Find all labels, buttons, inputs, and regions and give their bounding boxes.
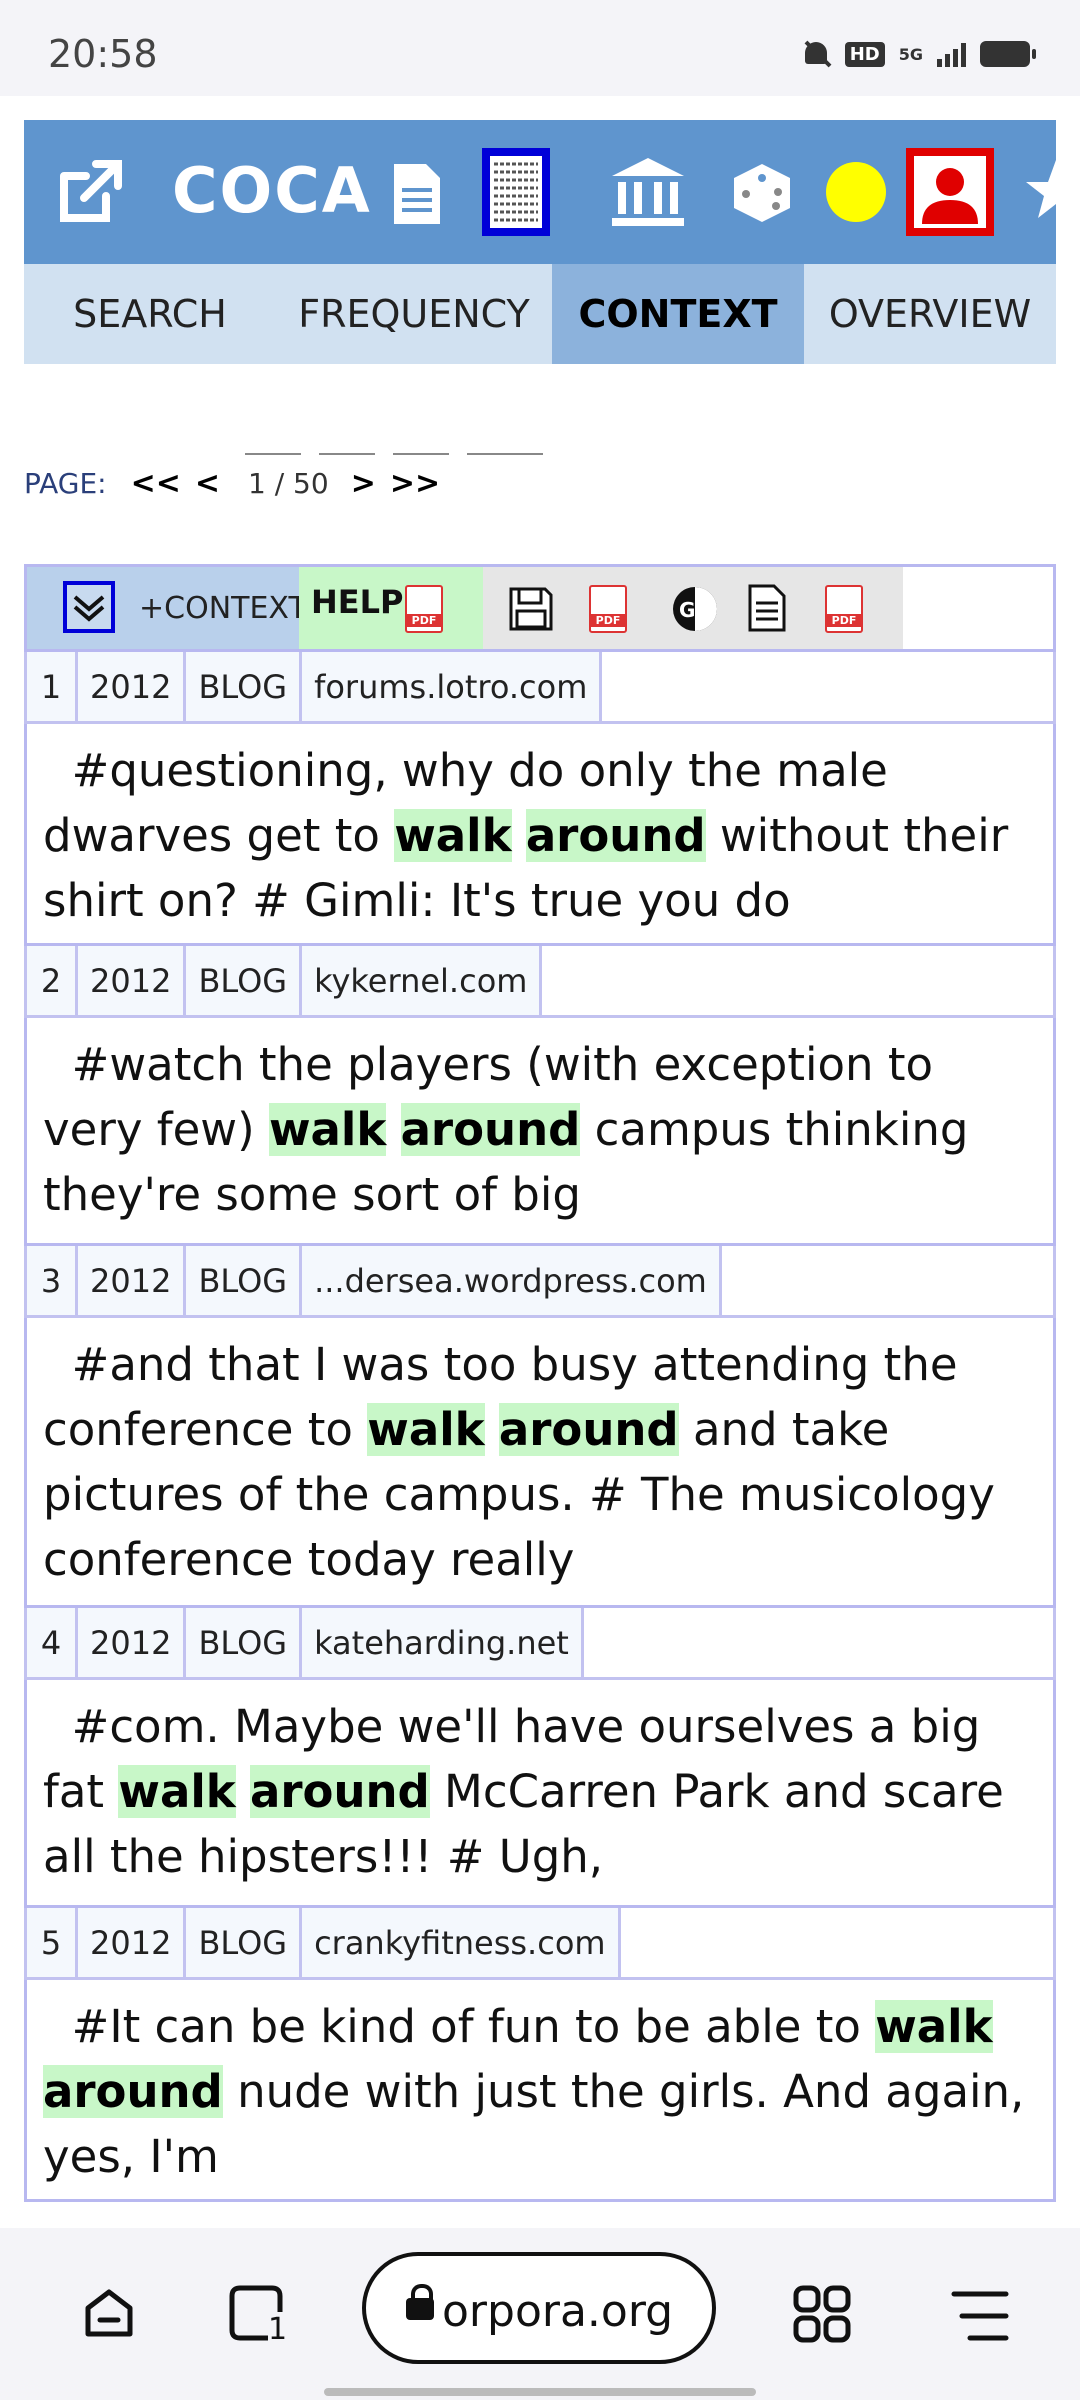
document-pdf-icon[interactable]: PDF <box>825 585 863 633</box>
result-year[interactable]: 2012 <box>78 1608 187 1677</box>
keyword-walk[interactable]: walk <box>118 1765 236 1818</box>
svg-text:G: G <box>679 598 695 622</box>
result-year[interactable]: 2012 <box>78 652 187 721</box>
dice-icon[interactable] <box>730 160 794 224</box>
status-time: 20:58 <box>48 32 158 76</box>
result-meta: 2 2012 BLOG kykernel.com <box>24 946 1056 1018</box>
result-text[interactable]: #com. Maybe we'll have ourselves a big f… <box>24 1680 1056 1908</box>
result-text[interactable]: #questioning, why do only the male dwarv… <box>24 724 1056 946</box>
context-toggle-area: +CONTEXT <box>27 567 307 649</box>
mute-icon <box>801 38 831 70</box>
result-number: 5 <box>27 1908 78 1977</box>
result-number: 4 <box>27 1608 78 1677</box>
result-meta: 3 2012 BLOG ...dersea.wordpress.com <box>24 1246 1056 1318</box>
document-icon[interactable] <box>388 160 446 228</box>
status-icons: HD 5G <box>801 38 1036 70</box>
main-tabs: SEARCH FREQUENCY CONTEXT OVERVIEW <box>24 264 1056 364</box>
user-profile-icon[interactable] <box>904 146 996 238</box>
results-toolbar: +CONTEXT HELP PDF PDF G PDF <box>24 564 1056 652</box>
help-button[interactable]: HELP <box>311 583 403 621</box>
result-genre[interactable]: BLOG <box>186 1908 303 1977</box>
battery-icon <box>980 41 1036 67</box>
first-page-button[interactable]: << <box>131 466 181 501</box>
tab-overview[interactable]: OVERVIEW <box>804 264 1056 364</box>
tab-count: 1 <box>268 2312 288 2347</box>
chevron-down-icon <box>73 595 105 622</box>
apps-grid-icon[interactable] <box>792 2284 852 2344</box>
keyword-around[interactable]: around <box>525 809 706 862</box>
url-bar[interactable]: orpora.org <box>362 2252 716 2364</box>
yellow-circle-icon[interactable] <box>824 160 888 224</box>
app-title: COCA <box>172 154 372 227</box>
result-genre[interactable]: BLOG <box>186 1246 303 1315</box>
menu-icon[interactable] <box>950 2288 1010 2344</box>
export-tools: PDF G PDF <box>483 567 903 649</box>
help-pdf-icon[interactable]: PDF <box>405 585 443 633</box>
keyword-around[interactable]: around <box>498 1403 679 1456</box>
network-label: 5G <box>898 44 923 64</box>
home-icon[interactable] <box>82 2286 136 2340</box>
tab-frequency[interactable]: FREQUENCY <box>276 264 552 364</box>
home-indicator[interactable] <box>324 2388 756 2396</box>
result-year[interactable]: 2012 <box>78 1246 187 1315</box>
save-pdf-icon[interactable]: PDF <box>589 585 627 633</box>
result-text[interactable]: #and that I was too busy attending the c… <box>24 1318 1056 1608</box>
lock-icon <box>406 2284 434 2320</box>
tab-context[interactable]: CONTEXT <box>552 264 804 364</box>
result-meta: 5 2012 BLOG crankyfitness.com <box>24 1908 1056 1980</box>
prev-page-button[interactable]: < <box>195 466 220 501</box>
last-page-button[interactable]: >> <box>390 466 440 501</box>
keyword-around[interactable]: around <box>43 2065 223 2118</box>
keyword-around[interactable]: around <box>400 1103 581 1156</box>
library-icon[interactable] <box>608 154 688 230</box>
result-genre[interactable]: BLOG <box>186 946 303 1015</box>
result-source[interactable]: kykernel.com <box>302 946 543 1015</box>
result-number: 1 <box>27 652 78 721</box>
text-document-icon[interactable] <box>747 583 787 633</box>
result-genre[interactable]: BLOG <box>186 1608 303 1677</box>
decorative-underlines <box>245 453 543 455</box>
app-header: COCA <box>24 120 1056 264</box>
tab-search[interactable]: SEARCH <box>24 264 276 364</box>
result-meta: 1 2012 BLOG forums.lotro.com <box>24 652 1056 724</box>
result-meta: 4 2012 BLOG kateharding.net <box>24 1608 1056 1680</box>
result-genre[interactable]: BLOG <box>186 652 303 721</box>
next-page-button[interactable]: > <box>351 466 376 501</box>
keyword-around[interactable]: around <box>249 1765 430 1818</box>
hd-icon: HD <box>844 41 885 67</box>
keyword-walk[interactable]: walk <box>367 1403 485 1456</box>
signal-icon <box>937 41 966 67</box>
expand-button[interactable] <box>63 581 115 633</box>
pagination: PAGE: << < 1 / 50 > >> <box>24 466 454 501</box>
translate-icon[interactable]: G <box>671 585 719 633</box>
tabs-button[interactable]: 1 <box>228 2284 287 2347</box>
context-before: #It can be kind of fun to be able to <box>71 2000 876 2053</box>
context-button[interactable]: +CONTEXT <box>139 591 307 626</box>
result-text[interactable]: #It can be kind of fun to be able to wal… <box>24 1980 1056 2202</box>
keyword-walk[interactable]: walk <box>268 1103 387 1156</box>
url-text: orpora.org <box>442 2286 674 2337</box>
result-source[interactable]: forums.lotro.com <box>302 652 603 721</box>
help-area: HELP PDF <box>299 567 483 649</box>
keyword-walk[interactable]: walk <box>875 2000 993 2053</box>
result-text[interactable]: #watch the players (with exception to ve… <box>24 1018 1056 1246</box>
result-source[interactable]: ...dersea.wordpress.com <box>302 1246 722 1315</box>
page-indicator: 1 / 50 <box>248 467 329 500</box>
results-list: 1 2012 BLOG forums.lotro.com #questionin… <box>24 652 1056 2202</box>
page-label: PAGE: <box>24 467 107 500</box>
result-source[interactable]: crankyfitness.com <box>302 1908 621 1977</box>
external-link-icon[interactable] <box>56 156 126 226</box>
text-page-icon[interactable] <box>480 146 552 238</box>
result-number: 2 <box>27 946 78 1015</box>
result-year[interactable]: 2012 <box>78 946 187 1015</box>
keyword-walk[interactable]: walk <box>394 809 512 862</box>
star-icon[interactable] <box>1024 158 1056 222</box>
result-number: 3 <box>27 1246 78 1315</box>
result-year[interactable]: 2012 <box>78 1908 187 1977</box>
browser-navbar: 1 orpora.org <box>0 2228 1080 2400</box>
status-bar: 20:58 HD 5G <box>0 0 1080 96</box>
result-source[interactable]: kateharding.net <box>302 1608 584 1677</box>
save-icon[interactable] <box>507 585 555 633</box>
